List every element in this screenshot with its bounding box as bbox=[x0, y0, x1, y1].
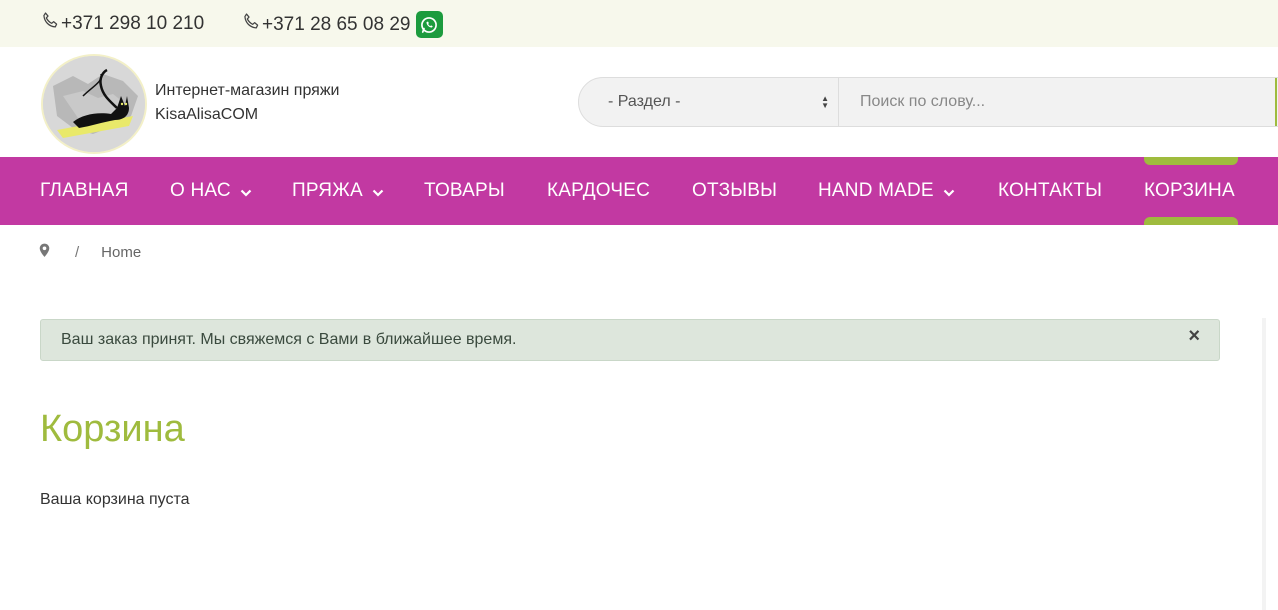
phone-icon bbox=[40, 11, 61, 37]
site-logo[interactable] bbox=[43, 56, 145, 152]
nav-item-hand-made[interactable]: HAND MADE bbox=[818, 180, 955, 202]
phone-number-2: +371 28 65 08 29 bbox=[262, 13, 411, 35]
nav-item-home[interactable]: ГЛАВНАЯ bbox=[40, 180, 129, 202]
nav-item-label: КОРЗИНА bbox=[1144, 180, 1235, 201]
active-indicator-bottom bbox=[1144, 217, 1238, 225]
nav-item-label: КАРДОЧЕС bbox=[547, 180, 651, 201]
empty-cart-message: Ваша корзина пуста bbox=[40, 491, 190, 508]
nav-item-label: ОТЗЫВЫ bbox=[692, 180, 778, 201]
nav-item-goods[interactable]: ТОВАРЫ bbox=[424, 180, 505, 202]
nav-item-cart[interactable]: КОРЗИНА bbox=[1144, 180, 1235, 202]
section-select-value: - Раздел - bbox=[608, 93, 681, 110]
chevron-down-icon bbox=[943, 189, 955, 197]
phone-number-1: +371 298 10 210 bbox=[61, 13, 205, 34]
brand-title: KisaAlisaCOM bbox=[155, 106, 259, 123]
breadcrumb-current: Home bbox=[101, 244, 142, 261]
success-alert: Ваш заказ принят. Мы свяжемся с Вами в б… bbox=[40, 319, 1220, 361]
chevron-down-icon bbox=[240, 189, 252, 197]
nav-item-label: HAND MADE bbox=[818, 180, 934, 201]
top-bar: +371 298 10 210 +371 28 65 08 29 bbox=[0, 0, 1278, 47]
nav-item-yarn[interactable]: ПРЯЖА bbox=[292, 180, 384, 202]
phone-link-1[interactable]: +371 298 10 210 bbox=[40, 11, 204, 37]
whatsapp-icon[interactable] bbox=[416, 11, 444, 38]
active-indicator-top bbox=[1144, 157, 1238, 165]
brand-name: Интернет-магазин пряжи KisaAlisaCOM bbox=[155, 79, 339, 127]
section-select[interactable]: - Раздел - ▲ ▼ bbox=[579, 78, 839, 126]
breadcrumb-separator: / bbox=[75, 244, 80, 261]
alert-message: Ваш заказ принят. Мы свяжемся с Вами в б… bbox=[61, 331, 517, 348]
nav-item-label: О НАС bbox=[170, 180, 231, 201]
chevron-down-icon bbox=[372, 189, 384, 197]
select-arrows-icon: ▲ ▼ bbox=[821, 94, 829, 110]
map-marker-icon[interactable] bbox=[39, 243, 50, 262]
nav-item-label: ПРЯЖА bbox=[292, 180, 363, 201]
breadcrumb: / Home bbox=[39, 243, 141, 262]
phone-link-2[interactable]: +371 28 65 08 29 bbox=[241, 11, 444, 38]
nav-item-label: ТОВАРЫ bbox=[424, 180, 505, 201]
nav-item-label: ГЛАВНАЯ bbox=[40, 180, 129, 201]
nav-item-reviews[interactable]: ОТЗЫВЫ bbox=[692, 180, 777, 202]
main-nav: ГЛАВНАЯ О НАС ПРЯЖА ТОВАРЫ КАРДОЧЕС ОТЗЫ… bbox=[0, 157, 1278, 225]
search-form: - Раздел - ▲ ▼ bbox=[578, 77, 1278, 127]
nav-item-label: КОНТАКТЫ bbox=[998, 180, 1103, 201]
search-input[interactable] bbox=[839, 78, 1278, 126]
nav-item-about[interactable]: О НАС bbox=[170, 180, 252, 202]
site-header: Интернет-магазин пряжи KisaAlisaCOM - Ра… bbox=[0, 47, 1278, 157]
brand-tagline: Интернет-магазин пряжи bbox=[155, 82, 340, 99]
nav-item-contacts[interactable]: КОНТАКТЫ bbox=[998, 180, 1102, 202]
sidebar-divider bbox=[1262, 318, 1266, 610]
nav-item-kardoches[interactable]: КАРДОЧЕС bbox=[547, 180, 650, 202]
close-icon[interactable]: × bbox=[1188, 325, 1200, 348]
phone-icon bbox=[241, 12, 262, 38]
page-title: Корзина bbox=[40, 408, 185, 450]
search-button-edge[interactable] bbox=[1275, 78, 1277, 126]
